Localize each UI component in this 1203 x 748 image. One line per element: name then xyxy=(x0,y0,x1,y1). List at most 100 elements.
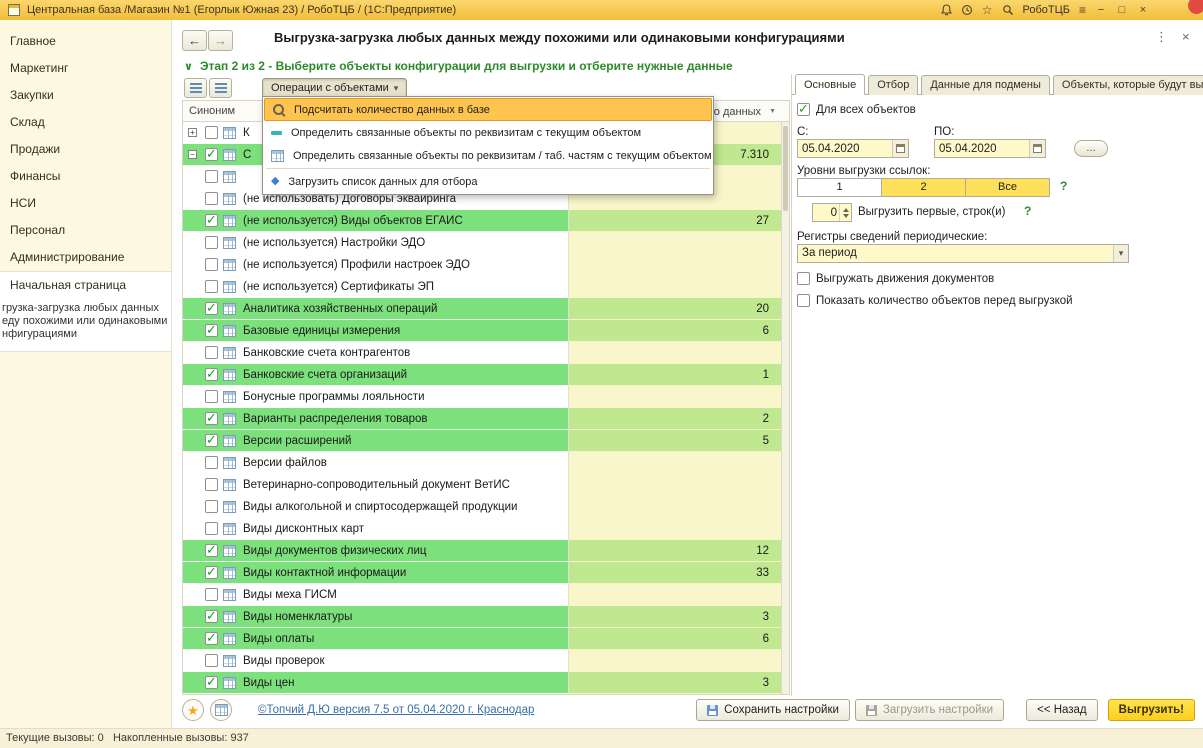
table-row[interactable]: (не используется) Виды объектов ЕГАИС27 xyxy=(183,210,781,232)
table-row[interactable]: Виды номенклатуры3 xyxy=(183,606,781,628)
row-checkbox[interactable] xyxy=(205,654,218,667)
back-nav-button[interactable]: ← xyxy=(182,30,207,51)
row-checkbox[interactable] xyxy=(205,588,218,601)
menu-item-3[interactable]: ◆Загрузить список данных для отбора xyxy=(264,170,712,193)
sidebar-item-7[interactable]: Персонал xyxy=(0,217,171,244)
about-button[interactable] xyxy=(210,699,232,721)
stage-header[interactable]: ∨ Этап 2 из 2 - Выберите объекты конфигу… xyxy=(184,59,733,73)
row-checkbox[interactable] xyxy=(205,434,218,447)
favorites-button[interactable]: ★ xyxy=(182,699,204,721)
table-row[interactable]: Виды оплаты6 xyxy=(183,628,781,650)
save-settings-button[interactable]: Сохранить настройки xyxy=(696,699,850,721)
row-checkbox[interactable] xyxy=(205,544,218,557)
collapse-icon[interactable]: − xyxy=(188,150,197,159)
table-row[interactable]: Виды дисконтных карт xyxy=(183,518,781,540)
movements-checkbox[interactable]: Выгружать движения документов xyxy=(797,272,994,285)
sidebar-open-window[interactable]: грузка-загрузка любых данныхеду похожими… xyxy=(0,300,171,343)
sidebar-item-5[interactable]: Финансы xyxy=(0,163,171,190)
spinner-arrows-icon[interactable] xyxy=(839,204,851,221)
row-checkbox[interactable] xyxy=(205,500,218,513)
column-header-synonym[interactable]: Синоним xyxy=(189,105,235,117)
row-checkbox[interactable] xyxy=(205,236,218,249)
table-row[interactable]: Бонусные программы лояльности xyxy=(183,386,781,408)
more-dates-button[interactable]: ... xyxy=(1074,140,1108,157)
menu-item-2[interactable]: Определить связанные объекты по реквизит… xyxy=(264,144,712,167)
favorites-star-icon[interactable]: ☆ xyxy=(982,4,993,16)
table-row[interactable]: Варианты распределения товаров2 xyxy=(183,408,781,430)
row-checkbox[interactable] xyxy=(205,478,218,491)
row-checkbox[interactable] xyxy=(205,676,218,689)
table-row[interactable]: (не используется) Сертификаты ЭП xyxy=(183,276,781,298)
levels-help-link[interactable]: ? xyxy=(1060,179,1067,193)
sidebar-item-2[interactable]: Закупки xyxy=(0,82,171,109)
copyright-link[interactable]: ©Топчий Д.Ю версия 7.5 от 05.04.2020 г. … xyxy=(258,704,534,716)
table-row[interactable]: Виды цен3 xyxy=(183,672,781,694)
row-checkbox[interactable] xyxy=(205,126,218,139)
row-checkbox[interactable] xyxy=(205,412,218,425)
search-icon[interactable] xyxy=(1002,4,1014,16)
scrollbar-thumb[interactable] xyxy=(783,126,788,211)
date-to-input[interactable] xyxy=(935,140,1029,157)
table-row[interactable]: (не используется) Профили настроек ЭДО xyxy=(183,254,781,276)
row-checkbox[interactable] xyxy=(205,258,218,271)
chevron-down-icon[interactable]: ▾ xyxy=(1113,245,1128,262)
row-checkbox[interactable] xyxy=(205,346,218,359)
row-checkbox[interactable] xyxy=(205,522,218,535)
tab-0[interactable]: Основные xyxy=(795,74,865,95)
current-user[interactable]: РобоТЦБ xyxy=(1023,4,1070,16)
date-from-field[interactable] xyxy=(797,139,909,158)
for-all-objects-checkbox[interactable]: Для всех объектов xyxy=(797,103,916,116)
row-checkbox[interactable] xyxy=(205,280,218,293)
sidebar-item-6[interactable]: НСИ xyxy=(0,190,171,217)
row-checkbox[interactable] xyxy=(205,456,218,469)
row-checkbox[interactable] xyxy=(205,214,218,227)
table-row[interactable]: Ветеринарно-сопроводительный документ Ве… xyxy=(183,474,781,496)
table-row[interactable]: Версии расширений5 xyxy=(183,430,781,452)
form-close-icon[interactable]: × xyxy=(1182,29,1190,44)
show-count-checkbox[interactable]: Показать количество объектов перед выгру… xyxy=(797,294,1073,307)
row-checkbox[interactable] xyxy=(205,324,218,337)
menu-item-1[interactable]: Определить связанные объекты по реквизит… xyxy=(264,121,712,144)
tab-2[interactable]: Данные для подмены xyxy=(921,75,1050,95)
table-row[interactable]: Аналитика хозяйственных операций20 xyxy=(183,298,781,320)
form-more-menu-icon[interactable]: ⋮ xyxy=(1155,29,1168,45)
notifications-bell-icon[interactable] xyxy=(941,4,952,16)
load-settings-button[interactable]: Загрузить настройки xyxy=(855,699,1004,721)
service-menu-icon[interactable]: ≡ xyxy=(1079,4,1086,16)
sidebar-item-4[interactable]: Продажи xyxy=(0,136,171,163)
table-row[interactable]: (не используется) Настройки ЭДО xyxy=(183,232,781,254)
row-checkbox[interactable] xyxy=(205,610,218,623)
level-button-2[interactable]: 2 xyxy=(881,178,966,197)
minimize-button[interactable]: − xyxy=(1095,4,1107,16)
row-checkbox[interactable] xyxy=(205,390,218,403)
row-checkbox[interactable] xyxy=(205,566,218,579)
back-button[interactable]: << Назад xyxy=(1026,699,1098,721)
operations-menu-button[interactable]: Операции с объектами ▾ xyxy=(262,78,407,98)
date-from-input[interactable] xyxy=(798,140,892,157)
home-page-link[interactable]: Начальная страница xyxy=(0,272,171,300)
row-checkbox[interactable] xyxy=(205,170,218,183)
vertical-scrollbar[interactable] xyxy=(781,122,789,694)
table-row[interactable]: Версии файлов xyxy=(183,452,781,474)
row-checkbox[interactable] xyxy=(205,302,218,315)
first-rows-help-link[interactable]: ? xyxy=(1024,204,1031,218)
row-checkbox[interactable] xyxy=(205,632,218,645)
forward-nav-button[interactable]: → xyxy=(208,30,233,51)
close-button[interactable]: × xyxy=(1137,4,1149,16)
level-button-1[interactable]: 1 xyxy=(797,178,882,197)
table-row[interactable]: Виды контактной информации33 xyxy=(183,562,781,584)
sidebar-item-0[interactable]: Главное xyxy=(0,28,171,55)
tab-3[interactable]: Объекты, которые будут выгру... xyxy=(1053,75,1203,95)
row-checkbox[interactable] xyxy=(205,192,218,205)
maximize-button[interactable]: □ xyxy=(1116,4,1128,16)
row-checkbox[interactable] xyxy=(205,148,218,161)
clear-all-flags-button[interactable] xyxy=(209,78,232,98)
calendar-icon[interactable] xyxy=(892,140,908,157)
table-row[interactable]: Виды проверок xyxy=(183,650,781,672)
menu-item-0[interactable]: Подсчитать количество данных в базе xyxy=(264,98,712,121)
calendar-icon[interactable] xyxy=(1029,140,1045,157)
sidebar-item-8[interactable]: Администрирование xyxy=(0,244,171,271)
sidebar-item-3[interactable]: Склад xyxy=(0,109,171,136)
table-row[interactable]: Базовые единицы измерения6 xyxy=(183,320,781,342)
date-to-field[interactable] xyxy=(934,139,1046,158)
